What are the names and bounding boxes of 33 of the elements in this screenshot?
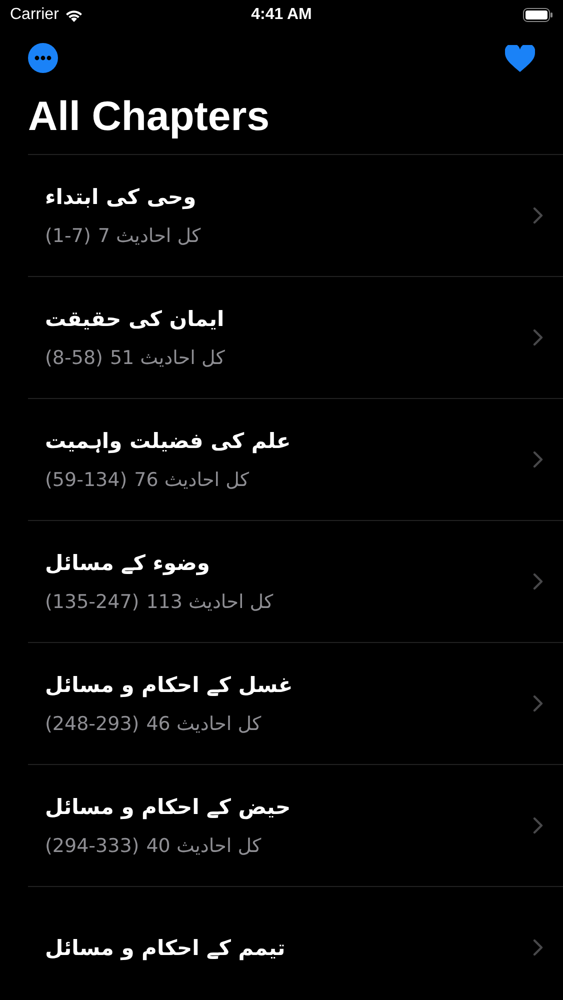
page-title: All Chapters [28, 92, 270, 141]
hadith-count: کل احادیث 76 [134, 468, 250, 490]
hadith-count: کل احادیث 51 [110, 346, 225, 368]
chevron-icon [533, 939, 543, 956]
hadith-range: (294-333) [45, 834, 140, 856]
hadith-count: کل احادیث 7 [98, 224, 201, 246]
hadith-count: کل احادیث 46 [146, 712, 262, 734]
chapter-title: ایمان کی حقیقت [45, 306, 224, 330]
chapter-title: غسل کے احکام و مسائل [45, 672, 293, 696]
carrier-label: Carrier [10, 6, 59, 24]
chapter-title: وضوء کے مسائل [45, 550, 210, 574]
hadith-range: (8-58) [45, 346, 103, 368]
chevron-icon [533, 329, 543, 346]
hadith-range: (135-247) [45, 590, 140, 612]
chapter-title: وحی کی ابتداء [45, 184, 196, 208]
chapter-title: علم کی فضیلت واہمیت [45, 428, 291, 452]
hadith-range: (59-134) [45, 468, 128, 490]
status-time: 4:41 AM [251, 6, 312, 24]
chevron-icon [533, 695, 543, 712]
hadith-range: (248-293) [45, 712, 140, 734]
hadith-count: کل احادیث 40 [146, 834, 262, 856]
wifi-icon [64, 8, 83, 22]
chevron-icon [533, 207, 543, 224]
more-icon[interactable] [28, 43, 58, 73]
hadith-range: (1-7) [45, 224, 91, 246]
chapter-title: تیمم کے احکام و مسائل [45, 936, 286, 960]
chevron-icon [533, 451, 543, 468]
chevron-icon [533, 817, 543, 834]
battery-icon [522, 8, 553, 22]
chapter-title: حیض کے احکام و مسائل [45, 794, 291, 818]
hadith-count: کل احادیث 113 [146, 590, 274, 612]
heart-icon[interactable] [505, 44, 535, 72]
chevron-icon [533, 573, 543, 590]
